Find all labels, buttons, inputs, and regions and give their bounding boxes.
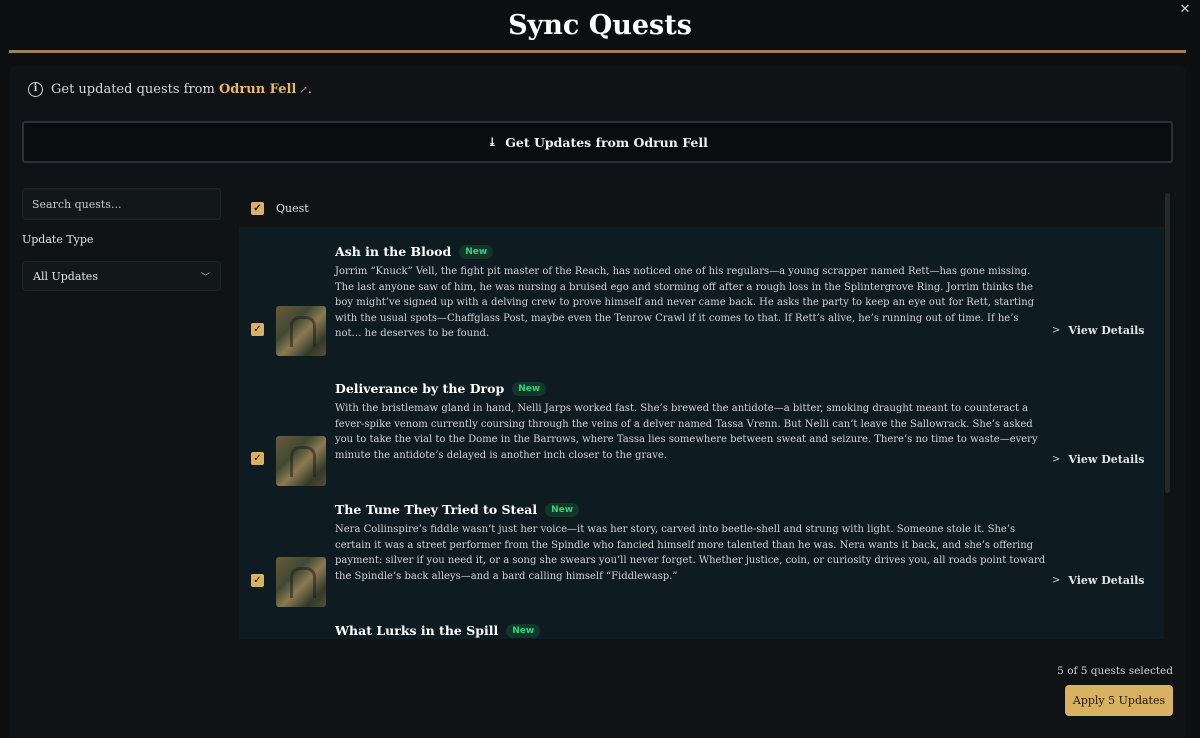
quest-rows: ✓ Ash in the Blood New Jorrim “Knuck” Ve… bbox=[239, 227, 1164, 639]
apply-updates-button[interactable]: Apply 5 Updates bbox=[1065, 685, 1173, 716]
quest-description: With the bristlemaw gland in hand, Nelli… bbox=[335, 403, 1038, 461]
info-suffix: . bbox=[307, 81, 312, 97]
table-row: ✓ Ash in the Blood New Jorrim “Knuck” Ve… bbox=[239, 227, 1164, 364]
quest-thumbnail bbox=[276, 557, 326, 607]
table-row: What Lurks in the Spill New bbox=[239, 606, 1164, 639]
new-badge: New bbox=[512, 381, 547, 396]
row-checkbox[interactable]: ✓ bbox=[251, 574, 264, 587]
quest-title-text: Deliverance by the Drop bbox=[335, 381, 505, 396]
info-row: i Get updated quests from Odrun Fell ↗. bbox=[28, 80, 312, 98]
info-text: Get updated quests from Odrun Fell ↗. bbox=[51, 82, 312, 97]
get-updates-button[interactable]: ⤓ Get Updates from Odrun Fell bbox=[22, 121, 1173, 163]
table-scrollbar[interactable] bbox=[1165, 193, 1170, 493]
new-badge: New bbox=[459, 244, 494, 259]
quest-title-text: What Lurks in the Spill bbox=[335, 623, 499, 638]
quest-title-text: The Tune They Tried to Steal bbox=[335, 502, 538, 517]
quest-thumbnail bbox=[276, 306, 326, 356]
quest-title-text: Ash in the Blood bbox=[335, 244, 452, 259]
quest-title: Deliverance by the Drop New bbox=[335, 381, 547, 396]
view-details-label: View Details bbox=[1068, 324, 1145, 337]
quest-title: The Tune They Tried to Steal New bbox=[335, 502, 580, 517]
source-link[interactable]: Odrun Fell bbox=[219, 82, 296, 97]
quest-title: Ash in the Blood New bbox=[335, 244, 494, 259]
table-header: ✓ Quest bbox=[239, 190, 1164, 227]
quest-thumbnail bbox=[276, 436, 326, 486]
view-details-button[interactable]: > View Details bbox=[1052, 453, 1145, 466]
quest-table: ✓ Quest ✓ Ash in the Blood New Jorrim “K… bbox=[239, 190, 1164, 639]
search-input[interactable] bbox=[22, 188, 221, 220]
quest-column-header: Quest bbox=[276, 202, 309, 215]
selected-count: 5 of 5 quests selected bbox=[1057, 665, 1173, 677]
quest-title: What Lurks in the Spill New bbox=[335, 623, 541, 638]
chevron-right-icon: > bbox=[1052, 325, 1061, 336]
view-details-label: View Details bbox=[1068, 574, 1145, 587]
get-updates-label: Get Updates from Odrun Fell bbox=[505, 134, 708, 150]
row-checkbox[interactable]: ✓ bbox=[251, 323, 264, 336]
new-badge: New bbox=[506, 623, 541, 638]
view-details-button[interactable]: > View Details bbox=[1052, 324, 1145, 337]
quest-description: Nera Collinspire’s fiddle wasn’t just he… bbox=[335, 524, 1046, 582]
info-icon: i bbox=[28, 81, 43, 97]
dialog-title: Sync Quests bbox=[508, 10, 692, 41]
select-all-checkbox[interactable]: ✓ bbox=[251, 202, 264, 215]
view-details-label: View Details bbox=[1068, 453, 1145, 466]
info-prefix: Get updated quests from bbox=[51, 81, 215, 97]
view-details-button[interactable]: > View Details bbox=[1052, 574, 1145, 587]
table-row: ✓ Deliverance by the Drop New With the b… bbox=[239, 364, 1164, 486]
chevron-right-icon: > bbox=[1052, 454, 1061, 465]
download-icon: ⤓ bbox=[487, 135, 498, 149]
row-checkbox[interactable]: ✓ bbox=[251, 452, 264, 465]
chevron-right-icon: > bbox=[1052, 575, 1061, 586]
table-row: ✓ The Tune They Tried to Steal New Nera … bbox=[239, 485, 1164, 607]
chevron-down-icon: ﹀ bbox=[200, 272, 210, 283]
update-type-value: All Updates bbox=[33, 269, 98, 283]
update-type-select[interactable]: All Updates ﹀ bbox=[22, 261, 221, 291]
new-badge: New bbox=[545, 502, 580, 517]
update-type-label: Update Type bbox=[22, 233, 94, 246]
external-link-icon[interactable]: ↗ bbox=[299, 85, 307, 96]
quest-description: Jorrim “Knuck” Vell, the fight pit maste… bbox=[335, 266, 1035, 339]
title-divider bbox=[9, 50, 1186, 53]
